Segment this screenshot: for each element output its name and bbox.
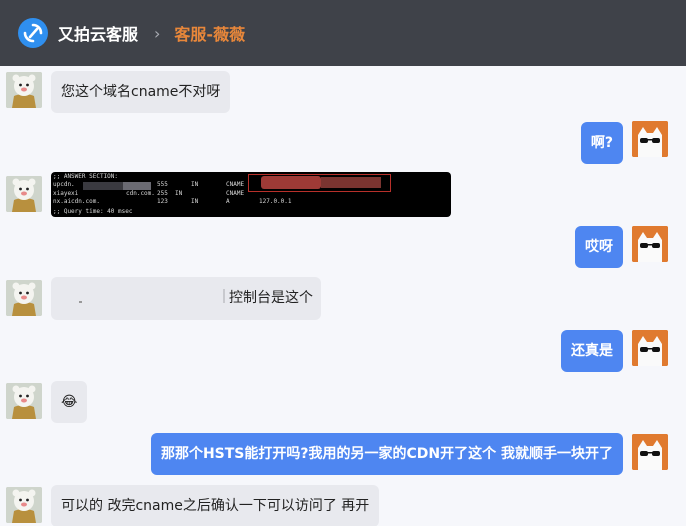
app-title[interactable]: 又拍云客服 bbox=[58, 21, 138, 45]
terminal-class: IN bbox=[191, 198, 199, 205]
user-avatar[interactable] bbox=[632, 330, 668, 366]
message-bubble[interactable]: 您这个域名cname不对呀 bbox=[51, 71, 231, 113]
redaction-blur bbox=[83, 182, 123, 190]
terminal-ttl: 123 bbox=[157, 198, 168, 205]
redaction-blur bbox=[261, 176, 321, 189]
redaction-blur bbox=[321, 177, 381, 188]
terminal-ttl: 555 bbox=[157, 181, 168, 188]
terminal-tail: 127.0.0.1 bbox=[259, 198, 292, 205]
agent-name: 客服-薇薇 bbox=[174, 25, 246, 44]
message-bubble[interactable]: 那那个HSTS能打开吗?我用的另一家的CDN开了这个 我就顺手一块开了 bbox=[150, 433, 623, 475]
agent-avatar[interactable] bbox=[6, 487, 42, 523]
terminal-line: ;; Query time: 40 msec bbox=[53, 208, 133, 215]
terminal-class: IN bbox=[175, 190, 183, 197]
message-bubble[interactable]: 😂 bbox=[51, 381, 88, 423]
chat-area[interactable]: 您这个域名cname不对呀 啊? ;; ANSWER SECTION: upcd… bbox=[0, 66, 686, 526]
terminal-line: ;; ANSWER SECTION: bbox=[53, 173, 119, 180]
redaction-blur bbox=[123, 182, 151, 190]
upyun-logo-icon[interactable] bbox=[18, 18, 48, 48]
agent-avatar[interactable] bbox=[6, 176, 42, 212]
terminal-ttl: 255 bbox=[157, 190, 168, 197]
message-bubble[interactable]: 哎呀 bbox=[575, 226, 623, 268]
message-bubble[interactable]: 还真是 bbox=[561, 330, 623, 372]
message-bubble[interactable]: 可以的 改完cname之后确认一下可以访问了 再开 bbox=[51, 485, 380, 526]
terminal-type: CNAME bbox=[226, 190, 245, 197]
terminal-screenshot-image[interactable]: ;; ANSWER SECTION: upcdn. xiayexi nx.aic… bbox=[51, 172, 451, 217]
terminal-line: upcdn. bbox=[53, 181, 75, 188]
terminal-class: IN bbox=[191, 181, 199, 188]
agent-avatar[interactable] bbox=[6, 72, 42, 108]
agent-avatar[interactable] bbox=[6, 383, 42, 419]
agent-avatar[interactable] bbox=[6, 280, 42, 316]
terminal-line: xiayexi bbox=[53, 190, 79, 197]
terminal-line: nx.aicdn.com. bbox=[53, 198, 100, 205]
header: 又拍云客服 › 客服-薇薇 bbox=[0, 0, 686, 66]
message-text: 控制台是这个 bbox=[229, 290, 313, 306]
user-avatar[interactable] bbox=[632, 226, 668, 262]
image-fragment bbox=[79, 301, 82, 303]
scrollbar[interactable] bbox=[680, 66, 686, 526]
user-avatar[interactable] bbox=[632, 434, 668, 470]
terminal-type: A bbox=[226, 198, 230, 205]
scrollbar-thumb[interactable] bbox=[680, 66, 686, 186]
user-avatar[interactable] bbox=[632, 121, 668, 157]
message-bubble[interactable]: 啊? bbox=[580, 122, 623, 164]
chevron-right-icon: › bbox=[154, 23, 161, 43]
terminal-tail: cdn.com. bbox=[126, 190, 155, 197]
message-bubble[interactable]: 控制台是这个 bbox=[51, 277, 321, 320]
image-fragment bbox=[223, 289, 225, 303]
terminal-type: CNAME bbox=[226, 181, 245, 188]
